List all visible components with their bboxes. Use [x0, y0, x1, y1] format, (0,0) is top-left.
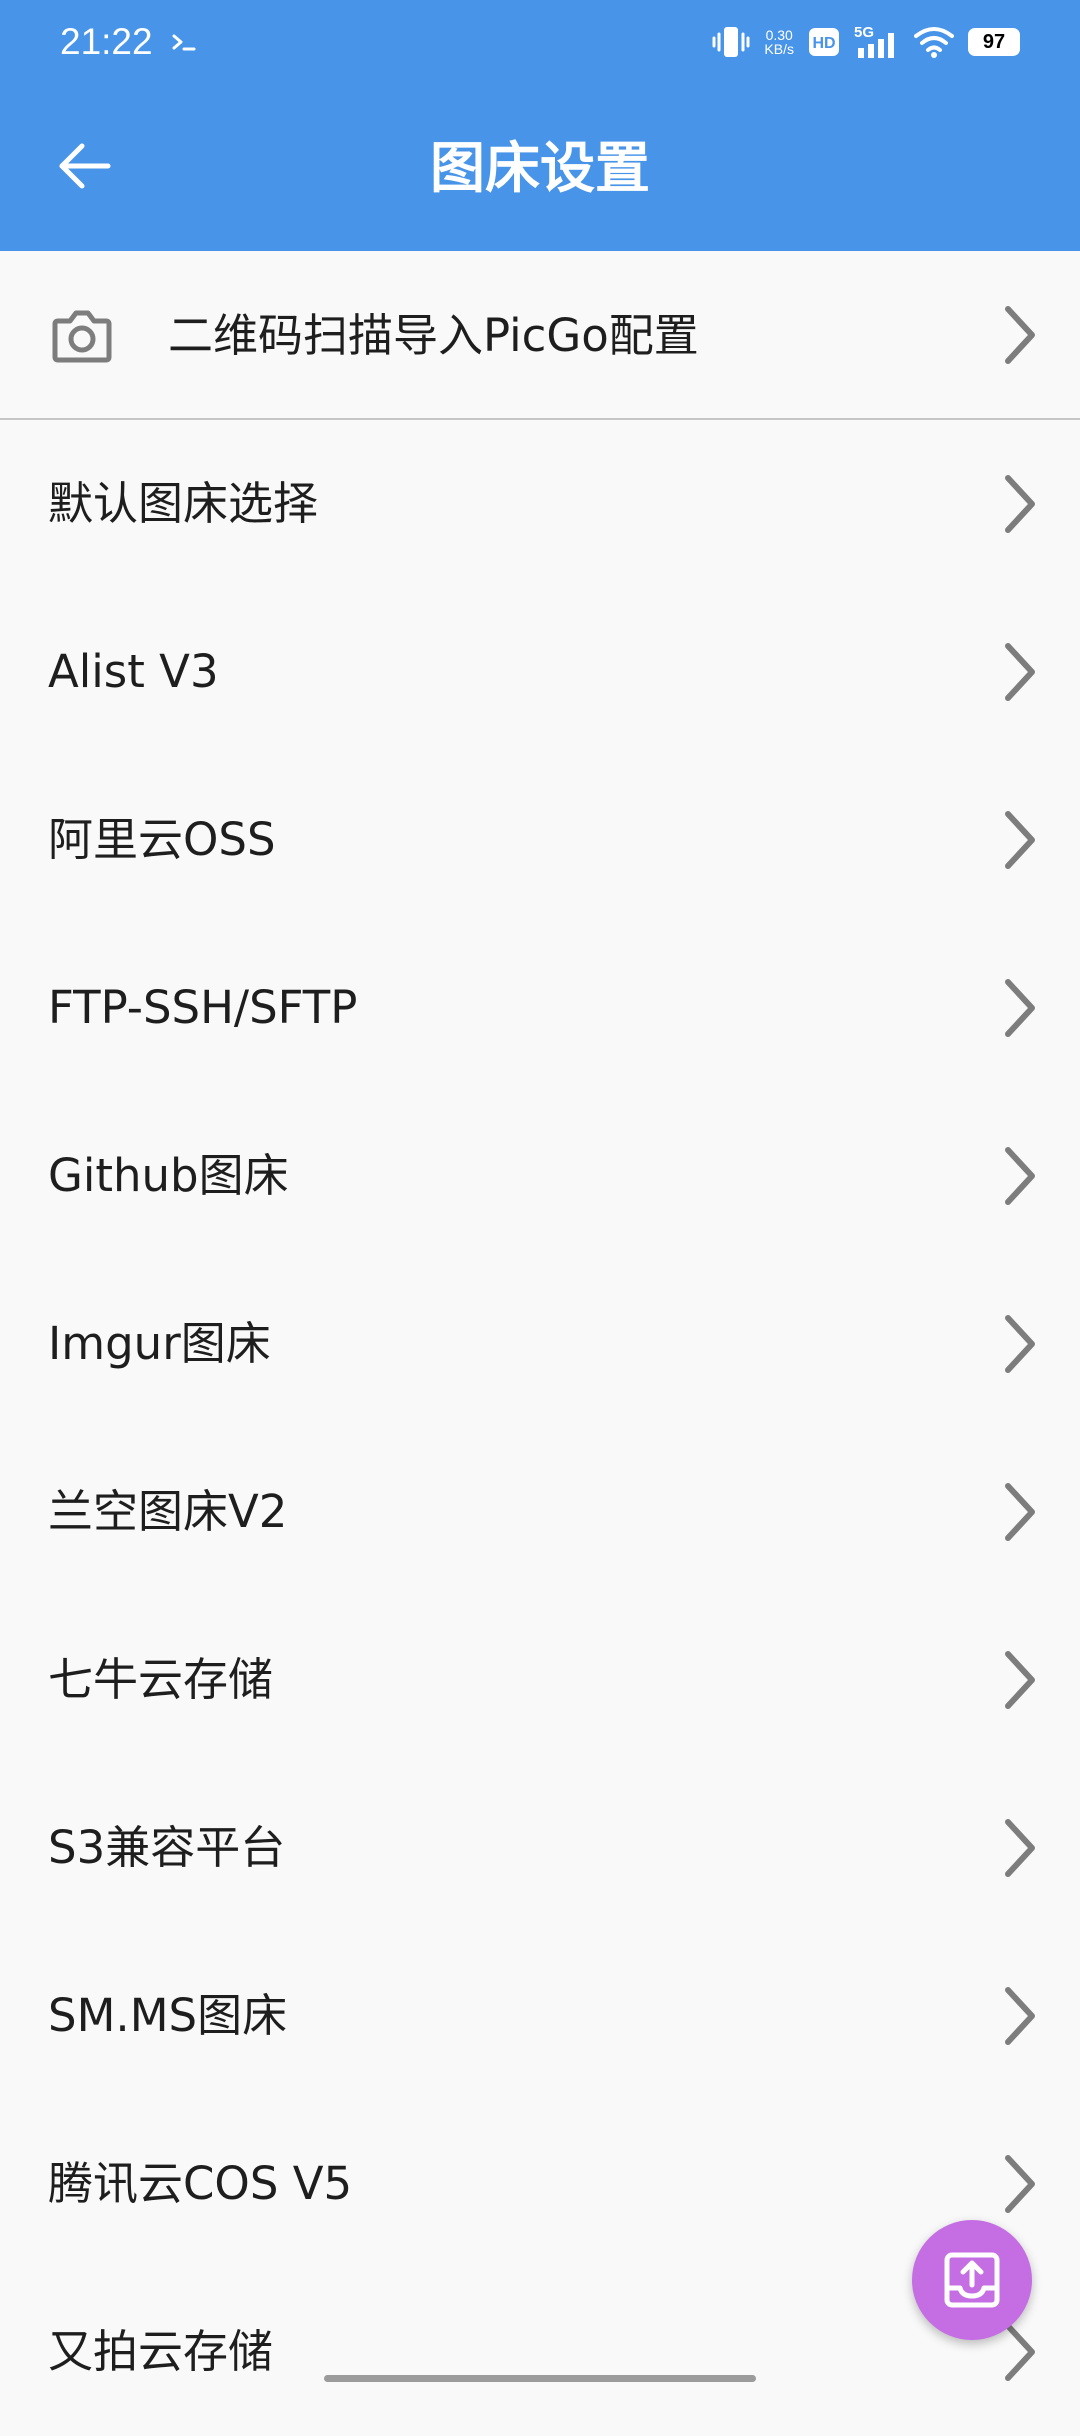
- battery-indicator: 97: [968, 28, 1020, 56]
- list-item-label: 兰空图床V2: [48, 1485, 288, 1538]
- vibrate-icon: [712, 27, 750, 57]
- list-item-label: 阿里云OSS: [48, 813, 276, 866]
- chevron-right-icon: [1005, 811, 1035, 869]
- chevron-right-icon: [1005, 2155, 1035, 2213]
- chevron-right-icon: [1005, 979, 1035, 1037]
- list-item-smms[interactable]: SM.MS图床: [0, 1932, 1080, 2100]
- status-icons: 0.30 KB/s HD 5G 97: [712, 20, 1020, 64]
- chevron-right-icon: [1005, 1483, 1035, 1541]
- chevron-right-icon: [1005, 475, 1035, 533]
- upload-fab-button[interactable]: [912, 2220, 1032, 2340]
- network-speed: 0.30 KB/s: [764, 28, 794, 56]
- list-item-label: 默认图床选择: [48, 477, 319, 530]
- list-item-label: FTP-SSH/SFTP: [48, 981, 358, 1034]
- camera-icon: [52, 310, 112, 363]
- chevron-right-icon: [1005, 1147, 1035, 1205]
- chevron-right-icon: [1005, 643, 1035, 701]
- list-item-label: 又拍云存储: [48, 2325, 274, 2378]
- list-item-alist[interactable]: Alist V3: [0, 588, 1080, 756]
- chevron-right-icon: [1005, 1651, 1035, 1709]
- app-bar: 21:22 0.30 KB/s HD 5G 97 图床设置: [0, 0, 1080, 251]
- list-item-label: 腾讯云COS V5: [48, 2157, 353, 2210]
- list-item-imgur[interactable]: Imgur图床: [0, 1260, 1080, 1428]
- list-item-qiniu[interactable]: 七牛云存储: [0, 1596, 1080, 1764]
- image-host-list: 默认图床选择 Alist V3 阿里云OSS FTP-SSH/SFTP Gith…: [0, 420, 1080, 2436]
- list-item-label: Github图床: [48, 1149, 289, 1202]
- upload-icon: [944, 2252, 1000, 2308]
- chevron-right-icon: [1005, 306, 1035, 364]
- list-item-label: 七牛云存储: [48, 1653, 274, 1706]
- qr-import-label: 二维码扫描导入PicGo配置: [168, 309, 699, 362]
- list-item-label: Imgur图床: [48, 1317, 271, 1370]
- chevron-right-icon: [1005, 1987, 1035, 2045]
- hd-icon: HD: [809, 28, 839, 56]
- list-item-ftp-sftp[interactable]: FTP-SSH/SFTP: [0, 924, 1080, 1092]
- status-bar: 21:22 0.30 KB/s HD 5G 97: [0, 0, 1080, 84]
- page-title: 图床设置: [429, 136, 650, 200]
- chevron-right-icon: [1005, 1819, 1035, 1877]
- network-type-label: 5G: [854, 24, 874, 41]
- list-item-lsky-v2[interactable]: 兰空图床V2: [0, 1428, 1080, 1596]
- list-item-tencent-cos[interactable]: 腾讯云COS V5: [0, 2100, 1080, 2268]
- cellular-signal-icon: 5G: [854, 24, 894, 58]
- list-item-label: Alist V3: [48, 645, 219, 698]
- status-time: 21:22: [60, 21, 153, 62]
- list-item-github[interactable]: Github图床: [0, 1092, 1080, 1260]
- qr-import-row[interactable]: 二维码扫描导入PicGo配置: [0, 251, 1080, 420]
- gesture-nav-handle[interactable]: [324, 2375, 756, 2382]
- terminal-icon: [172, 34, 196, 51]
- chevron-right-icon: [1005, 2323, 1035, 2381]
- hd-label: HD: [812, 35, 835, 52]
- list-item-label: S3兼容平台: [48, 1821, 286, 1874]
- list-item-s3[interactable]: S3兼容平台: [0, 1764, 1080, 1932]
- list-item-label: SM.MS图床: [48, 1989, 288, 2042]
- list-item-aliyun-oss[interactable]: 阿里云OSS: [0, 756, 1080, 924]
- network-speed-value: 0.30: [765, 27, 793, 43]
- list-item-default-host[interactable]: 默认图床选择: [0, 420, 1080, 588]
- network-speed-unit: KB/s: [764, 41, 794, 57]
- chevron-right-icon: [1005, 1315, 1035, 1373]
- wifi-icon: [914, 27, 954, 58]
